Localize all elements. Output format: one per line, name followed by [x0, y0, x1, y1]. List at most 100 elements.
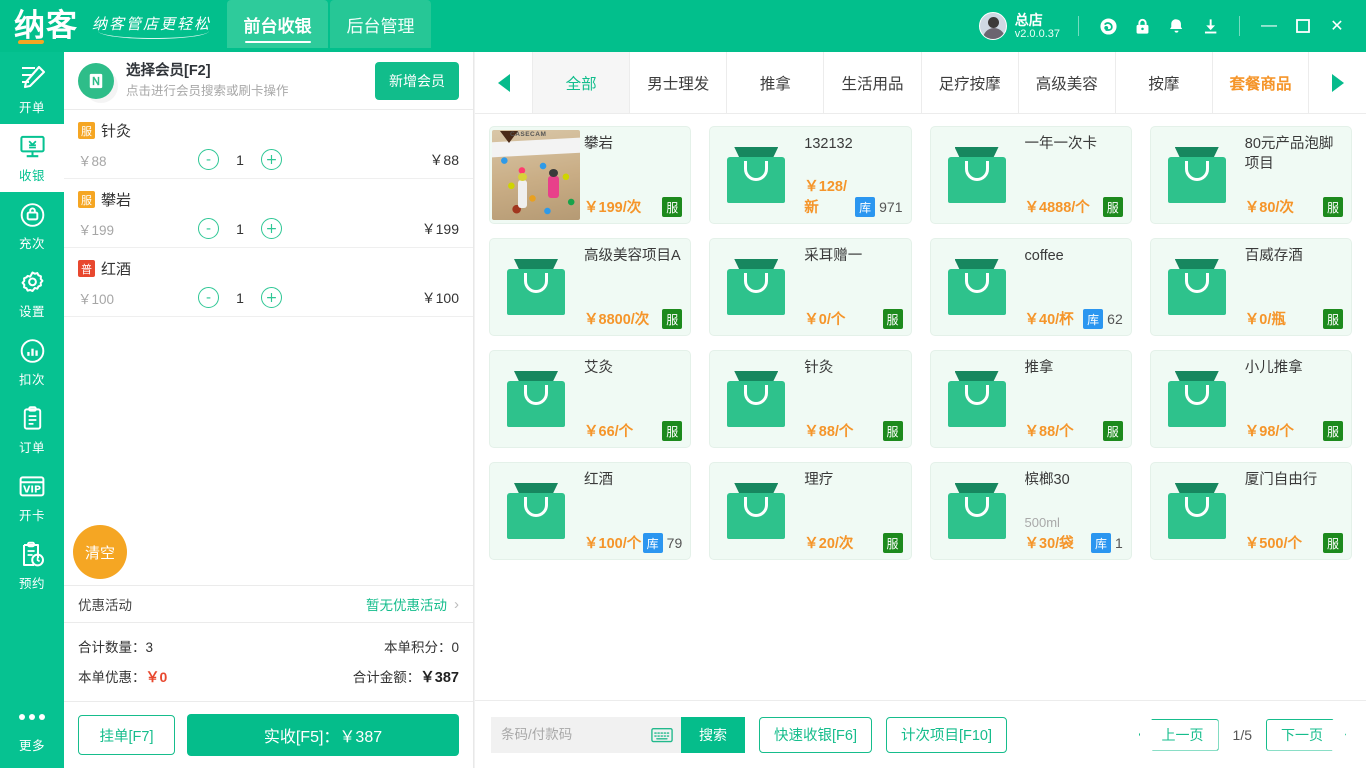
add-member-button[interactable]: 新增会员 — [375, 61, 459, 100]
quick-checkout-button[interactable]: 快速收银[F6] — [759, 716, 872, 753]
bag-placeholder-icon — [1167, 371, 1226, 427]
decrease-quantity-button[interactable]: - — [198, 149, 219, 170]
category-tab[interactable]: 高级美容 — [1019, 52, 1116, 113]
product-card[interactable]: 一年一次卡 ￥4888/个服 — [929, 126, 1132, 224]
product-card[interactable]: 推拿 ￥88/个 服 — [929, 350, 1132, 448]
product-card[interactable]: 理疗 ￥20/次 服 — [709, 462, 912, 560]
tab-front-cashier[interactable]: 前台收银 — [227, 0, 329, 48]
service-tag: 服 — [1323, 197, 1343, 217]
clear-cart-button[interactable]: 清空 — [73, 525, 127, 579]
category-list: 全部 男士理发 推拿 生活用品 足疗按摩 高级美容 按摩 套餐商品 — [532, 52, 1309, 113]
category-scroll-right-button[interactable] — [1309, 52, 1366, 113]
product-thumbnail — [710, 351, 802, 447]
sidebar-item-orders[interactable]: 订单 — [0, 396, 64, 464]
cart-item-name: 针灸 — [101, 123, 132, 140]
maximize-icon[interactable] — [1286, 9, 1320, 43]
stock-indicator: 库 79 — [642, 533, 682, 553]
cart-item[interactable]: 服针灸 ￥88 -1 + ￥88 — [64, 110, 473, 179]
hold-order-button[interactable]: 挂单[F7] — [78, 715, 175, 755]
category-tab[interactable]: 推拿 — [727, 52, 825, 113]
service-tag: 服 — [1323, 533, 1343, 553]
barcode-search-group: 搜索 — [491, 716, 745, 753]
product-card[interactable]: 红酒 ￥100/个库 79 — [489, 462, 692, 560]
product-card[interactable]: 小儿推拿 ￥98/个 服 — [1149, 350, 1352, 448]
increase-quantity-button[interactable]: + — [261, 287, 282, 308]
product-thumbnail — [1151, 463, 1243, 559]
category-tab[interactable]: 男士理发 — [630, 52, 728, 113]
product-price: ￥98/个 — [1244, 424, 1294, 440]
bell-icon[interactable] — [1159, 9, 1193, 43]
product-card[interactable]: 高级美容项目A ￥8800/次服 — [489, 238, 692, 336]
minimize-icon[interactable]: — — [1252, 9, 1286, 43]
product-card[interactable]: 艾灸 ￥66/个 服 — [489, 350, 692, 448]
stock-tag: 库 — [1090, 533, 1111, 553]
sidebar-item-appointment[interactable]: 预约 — [0, 532, 64, 600]
product-card[interactable]: 百威存酒 ￥0/瓶 服 — [1149, 238, 1352, 336]
search-button[interactable]: 搜索 — [681, 716, 745, 753]
decrease-quantity-button[interactable]: - — [198, 218, 219, 239]
category-scroll-left-button[interactable] — [475, 52, 532, 113]
category-tab[interactable]: 全部 — [532, 52, 631, 113]
download-icon[interactable] — [1193, 9, 1227, 43]
category-tab[interactable]: 足疗按摩 — [922, 52, 1019, 113]
product-card[interactable]: 132132 ￥128/新库 971 — [709, 126, 912, 224]
product-card[interactable]: 采耳赠一 ￥0/个 服 — [709, 238, 912, 336]
next-page-button[interactable]: 下一页 — [1266, 719, 1346, 751]
increase-quantity-button[interactable]: + — [261, 218, 282, 239]
tab-backend-admin[interactable]: 后台管理 — [330, 0, 432, 48]
sidebar-item-deduct[interactable]: 扣次 — [0, 328, 64, 396]
sidebar-item-recharge[interactable]: 充次 — [0, 192, 64, 260]
service-tag: 服 — [882, 421, 903, 441]
category-tab[interactable]: 生活用品 — [824, 52, 922, 113]
clipboard-order-icon — [19, 404, 46, 434]
product-card[interactable]: CASECAM 攀岩 ￥199/次 服 — [489, 126, 692, 224]
avatar — [978, 11, 1007, 40]
times-item-button[interactable]: 计次项目[F10] — [885, 716, 1008, 753]
product-thumbnail — [710, 239, 802, 335]
cart-item-total: ￥88 — [429, 151, 459, 168]
increase-quantity-button[interactable]: + — [261, 149, 282, 170]
svg-text:VIP: VIP — [23, 484, 41, 495]
close-icon[interactable]: ✕ — [1320, 9, 1354, 43]
product-card[interactable]: coffee ￥40/杯库 62 — [929, 238, 1132, 336]
stock-value: 971 — [879, 199, 903, 215]
product-name: 百威存酒 — [1244, 248, 1303, 264]
divider — [1239, 16, 1240, 36]
bag-placeholder-icon — [947, 483, 1006, 539]
prev-page-button[interactable]: 上一页 — [1138, 718, 1219, 751]
barcode-input[interactable] — [491, 716, 643, 753]
sidebar-item-cashier[interactable]: 收银 — [0, 124, 64, 192]
decrease-quantity-button[interactable]: - — [198, 287, 219, 308]
user-account-button[interactable]: 总店 v2.0.0.37 — [978, 11, 1060, 41]
quantity-stepper: -1 + — [198, 287, 282, 308]
product-card[interactable]: 针灸 ￥88/个 服 — [709, 350, 912, 448]
sidebar-item-create-order[interactable]: 开单 — [0, 56, 64, 124]
sidebar-item-vip-card[interactable]: VIP 开卡 — [0, 464, 64, 532]
chevron-left-icon — [497, 73, 510, 92]
product-card[interactable]: 槟榔30 500ml ￥30/袋库 1 — [929, 462, 1132, 560]
product-price: ￥20/次 — [804, 536, 854, 552]
checkout-button[interactable]: 实收[F5]：￥387 — [187, 714, 459, 756]
promotion-row[interactable]: 优惠活动 暂无优惠活动 › — [64, 585, 473, 623]
product-price: ￥128/新 — [804, 179, 847, 216]
category-tab[interactable]: 按摩 — [1116, 52, 1213, 113]
category-tab[interactable]: 套餐商品 — [1213, 52, 1309, 113]
product-price: ￥100/个 — [584, 536, 642, 552]
product-name: 理疗 — [804, 472, 834, 488]
product-card[interactable]: 厦门自由行 ￥500/个 服 — [1149, 462, 1352, 560]
service-tag: 服 — [882, 533, 903, 553]
lock-icon[interactable] — [1125, 9, 1159, 43]
cart-item[interactable]: 服攀岩 ￥199 -1 + ￥199 — [64, 179, 473, 248]
keyboard-icon[interactable] — [643, 716, 681, 753]
cart-item[interactable]: 普红酒 ￥100 -1 + ￥100 — [64, 248, 473, 317]
sidebar-item-more[interactable]: 更多 — [0, 694, 64, 762]
order-totals: 合计数量：3 本单积分：0 本单优惠：￥0 合计金额：￥387 — [64, 623, 473, 702]
product-name: 一年一次卡 — [1024, 136, 1098, 152]
product-name: 推拿 — [1024, 360, 1054, 376]
product-name: 针灸 — [804, 360, 834, 376]
sidebar-item-settings[interactable]: 设置 — [0, 260, 64, 328]
product-thumbnail — [490, 239, 582, 335]
headset-icon[interactable] — [1091, 9, 1125, 43]
product-card[interactable]: 80元产品泡脚项目 ￥80/次 服 — [1149, 126, 1352, 224]
select-member-row[interactable]: 选择会员[F2] 点击进行会员搜索或刷卡操作 新增会员 — [64, 52, 473, 110]
